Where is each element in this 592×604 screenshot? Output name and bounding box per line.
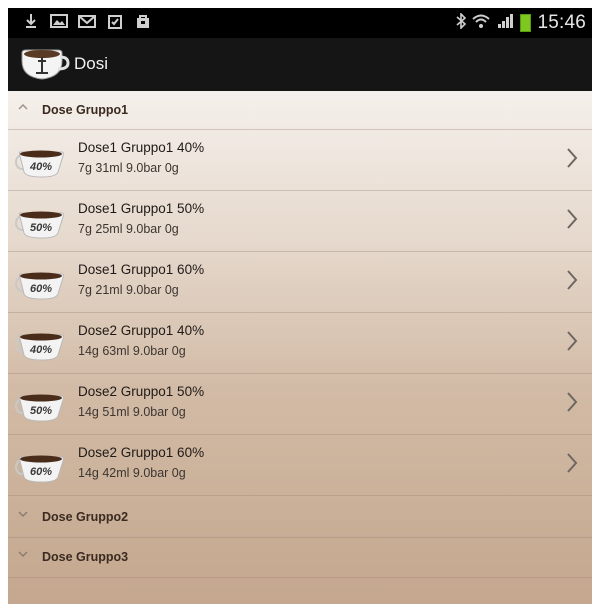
dose-details: 14g 42ml 9.0bar 0g: [78, 466, 186, 480]
dose-details: 7g 25ml 9.0bar 0g: [78, 222, 179, 236]
battery-icon: [520, 14, 532, 32]
dose-details: 14g 51ml 9.0bar 0g: [78, 405, 186, 419]
chevron-right-icon[interactable]: [566, 330, 578, 352]
mail-icon: [78, 13, 96, 29]
cup-percent-label: 50%: [30, 405, 52, 417]
chevron-right-icon[interactable]: [566, 269, 578, 291]
divider: [8, 577, 592, 578]
coffee-cup-icon[interactable]: [20, 47, 70, 83]
system-icons: 15:46: [456, 12, 586, 34]
chevron-up-icon: [18, 102, 28, 114]
bluetooth-icon: [456, 12, 467, 33]
dose-title: Dose2 Gruppo1 60%: [78, 445, 205, 460]
cup-percent-label: 40%: [29, 161, 52, 173]
dose-details: 7g 31ml 9.0bar 0g: [78, 161, 179, 175]
list-item[interactable]: 50% Dose2 Gruppo1 50% 14g 51ml 9.0bar 0g: [8, 374, 592, 434]
status-bar: 15:46: [8, 8, 592, 38]
phone-screen: 15:46 Dosi Dose Gruppo1 40% Dose1 Gruppo1…: [8, 8, 592, 604]
clock: 15:46: [537, 12, 586, 33]
coffee-cup-icon: 60%: [14, 266, 66, 302]
list-item[interactable]: 60% Dose1 Gruppo1 60% 7g 21ml 9.0bar 0g: [8, 252, 592, 312]
dose-title: Dose1 Gruppo1 40%: [78, 140, 205, 155]
list-item[interactable]: 60% Dose2 Gruppo1 60% 14g 42ml 9.0bar 0g: [8, 435, 592, 495]
list-item[interactable]: 40% Dose1 Gruppo1 40% 7g 31ml 9.0bar 0g: [8, 130, 592, 190]
divider: [8, 495, 592, 496]
group-label: Dose Gruppo2: [42, 510, 129, 524]
download-icon: [22, 13, 40, 29]
cup-percent-label: 60%: [30, 283, 52, 295]
chevron-down-icon: [18, 509, 28, 521]
shopping-bag-icon: [134, 13, 152, 29]
clipboard-check-icon: [106, 13, 124, 29]
page-title: Dosi: [74, 54, 109, 73]
dose-title: Dose1 Gruppo1 60%: [78, 262, 205, 277]
list-item[interactable]: 50% Dose1 Gruppo1 50% 7g 25ml 9.0bar 0g: [8, 191, 592, 251]
group-header-gruppo3[interactable]: Dose Gruppo3: [8, 538, 592, 576]
coffee-cup-icon: 40%: [14, 327, 66, 363]
coffee-cup-icon: 50%: [14, 205, 66, 241]
wifi-icon: [472, 13, 491, 33]
group-header-gruppo1[interactable]: Dose Gruppo1: [8, 91, 592, 129]
chevron-right-icon[interactable]: [566, 147, 578, 169]
action-bar: Dosi: [8, 38, 592, 91]
chevron-down-icon: [18, 549, 28, 561]
chevron-right-icon[interactable]: [566, 208, 578, 230]
group-label: Dose Gruppo3: [42, 550, 129, 564]
dose-details: 14g 63ml 9.0bar 0g: [78, 344, 186, 358]
group-label: Dose Gruppo1: [42, 103, 129, 117]
dose-details: 7g 21ml 9.0bar 0g: [78, 283, 179, 297]
coffee-cup-icon: 40%: [14, 144, 66, 180]
dose-title: Dose2 Gruppo1 40%: [78, 323, 205, 338]
coffee-cup-icon: 50%: [14, 388, 66, 424]
cup-percent-label: 60%: [30, 466, 52, 478]
image-icon: [50, 13, 68, 29]
signal-icon: [496, 13, 514, 33]
cup-percent-label: 50%: [30, 222, 52, 234]
list-item[interactable]: 40% Dose2 Gruppo1 40% 14g 63ml 9.0bar 0g: [8, 313, 592, 373]
group-header-gruppo2[interactable]: Dose Gruppo2: [8, 498, 592, 536]
chevron-right-icon[interactable]: [566, 452, 578, 474]
dose-title: Dose1 Gruppo1 50%: [78, 201, 205, 216]
chevron-right-icon[interactable]: [566, 391, 578, 413]
notification-icons: [22, 13, 152, 29]
coffee-cup-icon: 60%: [14, 449, 66, 485]
dose-title: Dose2 Gruppo1 50%: [78, 384, 205, 399]
cup-percent-label: 40%: [29, 344, 52, 356]
